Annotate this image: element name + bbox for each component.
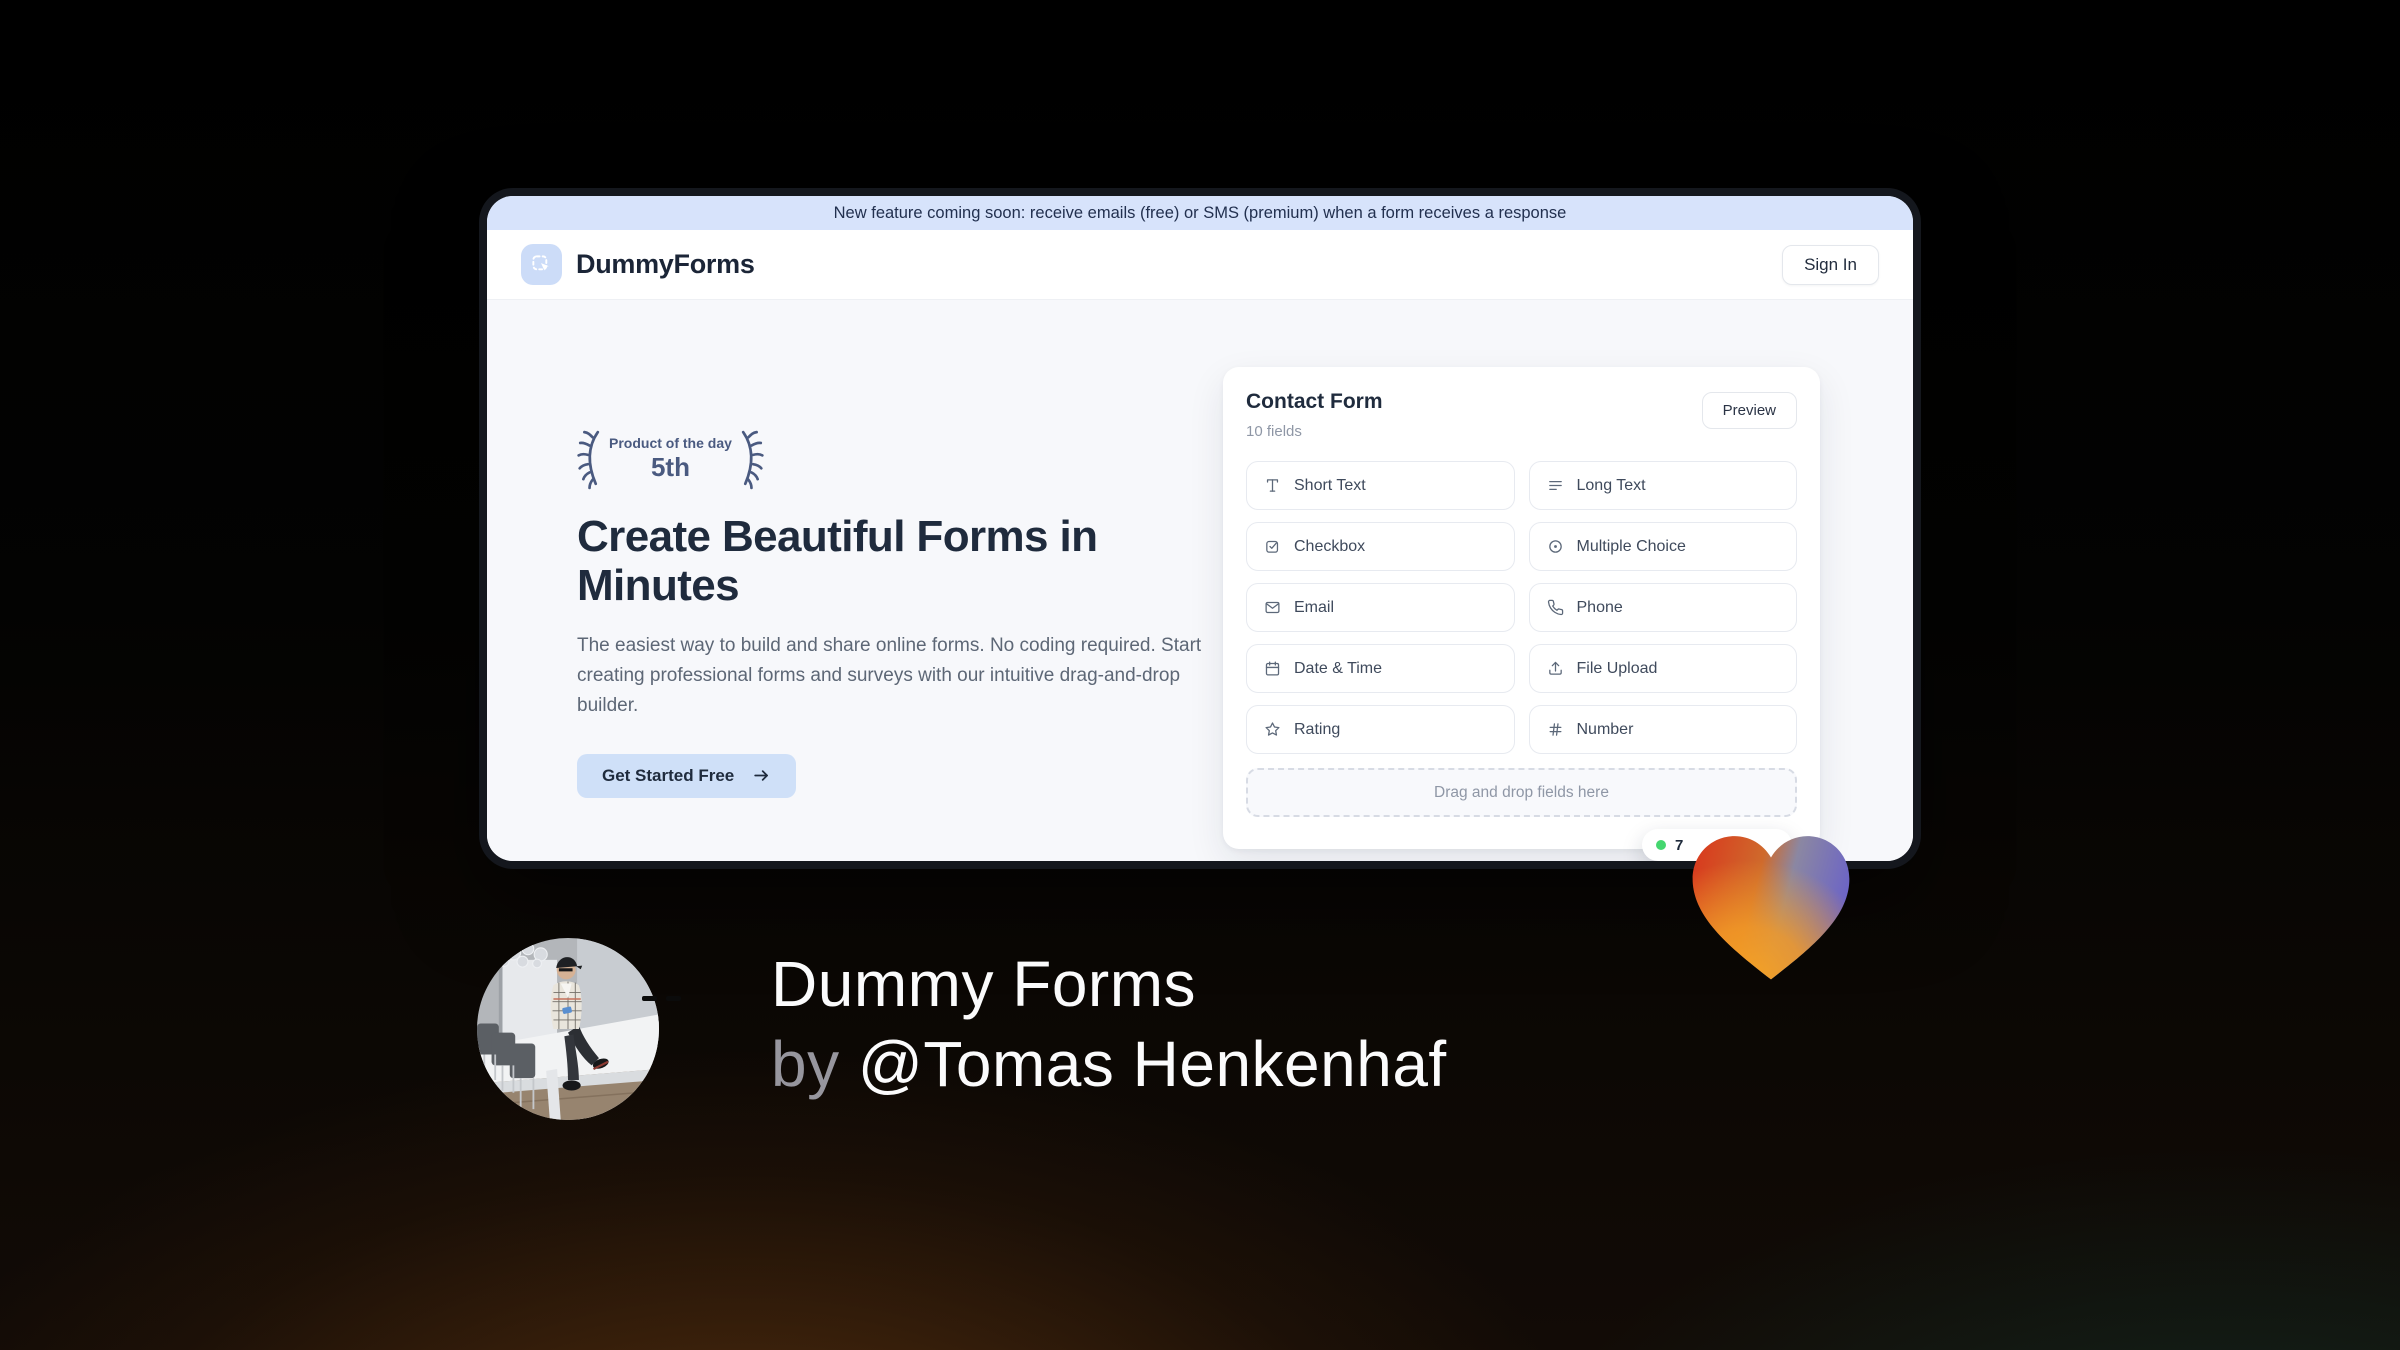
field-button[interactable]: Multiple Choice bbox=[1528, 522, 1797, 571]
preview-button[interactable]: Preview bbox=[1701, 392, 1797, 429]
envelope-icon bbox=[1264, 599, 1281, 616]
form-field-count: 10 fields bbox=[1246, 423, 1302, 440]
sign-in-button[interactable]: Sign In bbox=[1782, 244, 1879, 285]
caption-title: Dummy Forms bbox=[771, 948, 1197, 1020]
field-button[interactable]: Date & Time bbox=[1246, 644, 1515, 693]
laurel-left-icon bbox=[577, 430, 600, 490]
phone-icon bbox=[1547, 599, 1564, 616]
hero-headline: Create Beautiful Forms in Minutes bbox=[577, 512, 1098, 611]
hero-copy: Product of the day 5th Create Beautiful … bbox=[577, 428, 1217, 798]
form-card-header: Contact Form 10 fields Preview bbox=[1246, 390, 1797, 440]
radio-icon bbox=[1547, 538, 1564, 555]
checkbox-icon bbox=[1264, 538, 1281, 555]
app-window-content: New feature coming soon: receive emails … bbox=[487, 196, 1913, 861]
form-builder-card: Contact Form 10 fields Preview Short Tex… bbox=[1223, 367, 1820, 861]
caption: Dummy Forms by @Tomas Henkenhaf bbox=[771, 944, 1447, 1104]
promo-canvas: New feature coming soon: receive emails … bbox=[0, 0, 2400, 1350]
star-icon bbox=[1264, 721, 1281, 738]
drop-zone[interactable]: Drag and drop fields here bbox=[1246, 768, 1797, 817]
site-header: DummyForms Sign In bbox=[487, 230, 1913, 300]
calendar-icon bbox=[1264, 660, 1281, 677]
get-started-button[interactable]: Get Started Free bbox=[577, 753, 797, 798]
green-dot-icon bbox=[1656, 840, 1666, 850]
caption-by: by bbox=[771, 1028, 858, 1100]
hero-section: Product of the day 5th Create Beautiful … bbox=[487, 300, 1913, 861]
award-rank: 5th bbox=[650, 452, 690, 482]
upload-icon bbox=[1547, 660, 1564, 677]
hash-icon bbox=[1547, 721, 1564, 738]
brand-name: DummyForms bbox=[576, 249, 755, 279]
author-avatar bbox=[477, 938, 659, 1125]
brand-logo[interactable] bbox=[521, 244, 562, 285]
field-button[interactable]: Long Text bbox=[1528, 461, 1797, 510]
laurel-right-icon bbox=[741, 430, 764, 490]
caption-byline: by @Tomas Henkenhaf bbox=[771, 1024, 1447, 1104]
field-button[interactable]: File Upload bbox=[1528, 644, 1797, 693]
product-of-the-day-badge: Product of the day 5th bbox=[575, 428, 1217, 490]
text-icon bbox=[1264, 477, 1281, 494]
heart-decoration bbox=[1676, 812, 1866, 995]
app-window: New feature coming soon: receive emails … bbox=[479, 188, 1921, 869]
field-button[interactable]: Phone bbox=[1528, 583, 1797, 632]
field-button[interactable]: Checkbox bbox=[1246, 522, 1515, 571]
form-title: Contact Form bbox=[1246, 390, 1383, 413]
field-grid: Short Text Long Text Checkbox Multiple C… bbox=[1246, 461, 1797, 754]
hero-description: The easiest way to build and share onlin… bbox=[577, 634, 1202, 717]
caption-author: @Tomas Henkenhaf bbox=[857, 1028, 1447, 1100]
lines-icon bbox=[1547, 477, 1564, 494]
arrow-right-icon bbox=[754, 770, 769, 781]
field-button[interactable]: Email bbox=[1246, 583, 1515, 632]
heart-icon bbox=[1692, 836, 1850, 980]
award-label: Product of the day bbox=[609, 435, 732, 451]
announcement-banner: New feature coming soon: receive emails … bbox=[487, 196, 1913, 230]
field-button[interactable]: Rating bbox=[1246, 705, 1515, 754]
field-button[interactable]: Number bbox=[1528, 705, 1797, 754]
field-button[interactable]: Short Text bbox=[1246, 461, 1515, 510]
avatar-photo bbox=[477, 938, 659, 1120]
dashed-select-cursor-icon bbox=[532, 255, 549, 271]
get-started-label: Get Started Free bbox=[602, 765, 735, 785]
dash-doodle bbox=[642, 996, 681, 1001]
